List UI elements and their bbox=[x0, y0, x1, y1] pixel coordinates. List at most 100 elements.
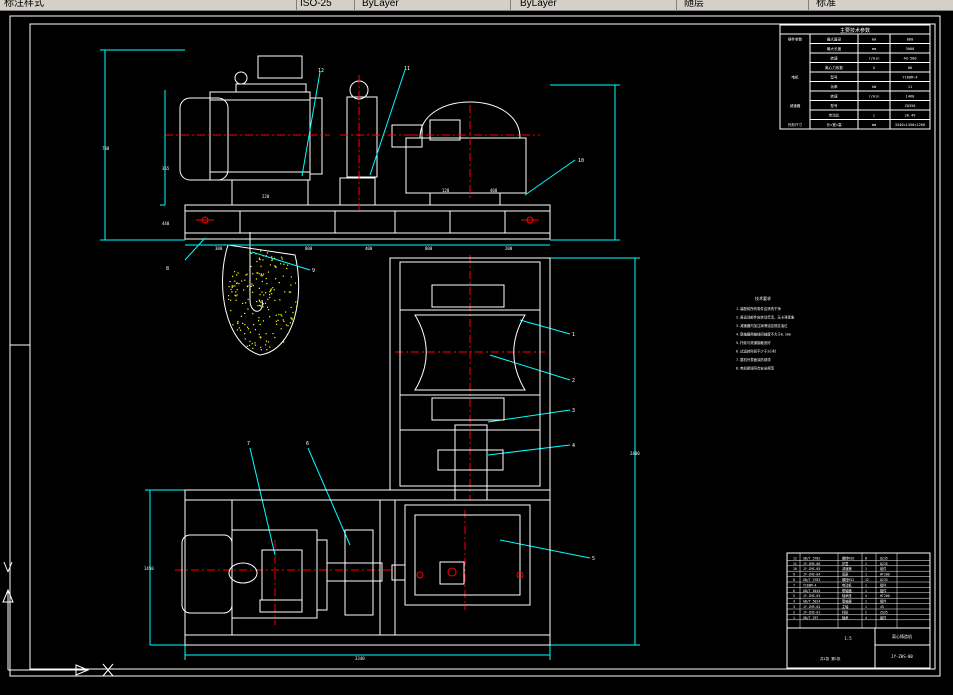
speckle bbox=[234, 280, 236, 282]
speckle bbox=[280, 342, 282, 344]
speckle bbox=[240, 315, 243, 317]
speckle bbox=[245, 274, 247, 276]
speckle bbox=[252, 285, 254, 287]
bom-cell: 联轴器 bbox=[842, 599, 852, 604]
dim-text: 440 bbox=[162, 221, 170, 226]
speckle bbox=[238, 282, 240, 285]
drawing-canvas[interactable]: 铸件参数 最大直径 mm 800 最大长度 mm 3000 转速 r/min 40-500 离心力系… bbox=[0, 11, 953, 684]
parameter-cell: 减速器 bbox=[790, 103, 801, 108]
speckle bbox=[273, 289, 275, 291]
speckle bbox=[250, 285, 252, 287]
speckle bbox=[228, 295, 230, 297]
speckle bbox=[242, 302, 244, 304]
balloon-7: 7 bbox=[247, 441, 250, 447]
speckle bbox=[258, 258, 261, 260]
notes-title: 技术要求 bbox=[755, 295, 771, 301]
dim-text: 220 bbox=[262, 194, 270, 199]
speckle bbox=[230, 288, 232, 291]
speckle bbox=[263, 294, 265, 296]
bom-cell: 螺栓M16 bbox=[842, 555, 854, 560]
speckle bbox=[236, 329, 238, 331]
speckle bbox=[271, 256, 273, 258]
bom-cell: 12 bbox=[865, 578, 869, 582]
parameter-cell: 功率 bbox=[830, 84, 838, 89]
bom-cell: 轴承座 bbox=[842, 593, 852, 598]
speckle bbox=[252, 313, 254, 315]
speckle bbox=[257, 272, 259, 274]
bom-cell: JY-ZHS-03 bbox=[803, 594, 820, 598]
speckle bbox=[269, 346, 271, 348]
note-line: 3.减速器内加注润滑油至规定油位 bbox=[736, 323, 788, 328]
speckle bbox=[271, 259, 273, 262]
speckle bbox=[246, 345, 248, 347]
toolbar-item-lineweight[interactable]: 随层 bbox=[684, 0, 704, 10]
parameter-cell: kW bbox=[872, 85, 877, 89]
dim-text: 400 bbox=[365, 246, 373, 251]
toolbar-item-iso[interactable]: ISO-25 bbox=[300, 0, 332, 10]
speckle bbox=[252, 291, 254, 293]
ucs-icon bbox=[2, 561, 114, 677]
balloon-11: 11 bbox=[404, 66, 410, 72]
speckle bbox=[232, 324, 234, 326]
bom-cell: 组件 bbox=[880, 615, 887, 620]
speckle bbox=[251, 343, 253, 345]
bom-cell: Q235 bbox=[880, 562, 888, 566]
speckle bbox=[290, 317, 292, 319]
speckle bbox=[260, 265, 262, 267]
bom-cell: JY-ZHS-05 bbox=[803, 567, 820, 571]
hook bbox=[249, 232, 263, 312]
speckle bbox=[242, 322, 244, 325]
speckle bbox=[259, 293, 261, 296]
speckle bbox=[296, 305, 298, 307]
toolbar-item-dimstyle[interactable]: 标注样式 bbox=[4, 0, 44, 10]
toolbar-item-plotstyle[interactable]: 标准 bbox=[816, 0, 836, 10]
speckle bbox=[278, 281, 280, 284]
speckle bbox=[239, 329, 242, 331]
speckle bbox=[247, 328, 250, 330]
speckle bbox=[290, 276, 292, 278]
speckle bbox=[262, 303, 264, 305]
speckle bbox=[260, 275, 262, 277]
bom-cell: JY-ZHS-02 bbox=[803, 605, 820, 609]
dim-text: 120 bbox=[442, 188, 450, 193]
speckle bbox=[260, 336, 262, 338]
bom-cell: 4 bbox=[793, 600, 795, 604]
parameter-cell: 离心力系数 bbox=[825, 65, 843, 70]
speckle bbox=[247, 298, 249, 301]
speckle bbox=[265, 333, 267, 335]
parameter-cell: 型号 bbox=[830, 103, 838, 108]
speckle bbox=[258, 320, 260, 322]
speckle bbox=[266, 252, 269, 254]
speckle bbox=[260, 349, 262, 351]
speckle bbox=[269, 296, 271, 299]
speckle bbox=[265, 340, 267, 342]
parameter-cell: 型号 bbox=[830, 75, 838, 80]
parameter-cell: 铸件参数 bbox=[788, 37, 803, 42]
bom-cell: Y160M-4 bbox=[803, 583, 817, 587]
speckle bbox=[274, 265, 276, 267]
parameters-title: 主要技术参数 bbox=[840, 27, 870, 34]
bom-cell: GB/T 297 bbox=[803, 616, 818, 620]
bom-cell: 组件 bbox=[880, 599, 887, 604]
speckle bbox=[295, 310, 297, 313]
bom-cell: 45 bbox=[880, 605, 884, 609]
speckle bbox=[236, 294, 238, 296]
bom-cell: 12 bbox=[793, 556, 797, 560]
speckle bbox=[252, 273, 254, 275]
title-block-scale: 1:5 bbox=[844, 636, 852, 641]
speckle bbox=[262, 259, 264, 261]
speckle bbox=[284, 291, 286, 293]
speckle bbox=[251, 283, 253, 285]
speckle bbox=[234, 285, 236, 287]
toolbar-item-layer[interactable]: ByLayer bbox=[362, 0, 399, 10]
speckle bbox=[259, 300, 261, 302]
parameter-cell: 20.49 bbox=[905, 114, 916, 118]
speckle bbox=[230, 299, 232, 301]
speckle bbox=[282, 275, 284, 277]
bom-cell: 组件 bbox=[880, 566, 887, 571]
speckle bbox=[267, 298, 269, 300]
dim-text: 400 bbox=[490, 188, 498, 193]
speckle bbox=[254, 329, 257, 331]
parameter-cell: i bbox=[873, 114, 875, 118]
toolbar-item-linetype[interactable]: ByLayer bbox=[520, 0, 557, 10]
